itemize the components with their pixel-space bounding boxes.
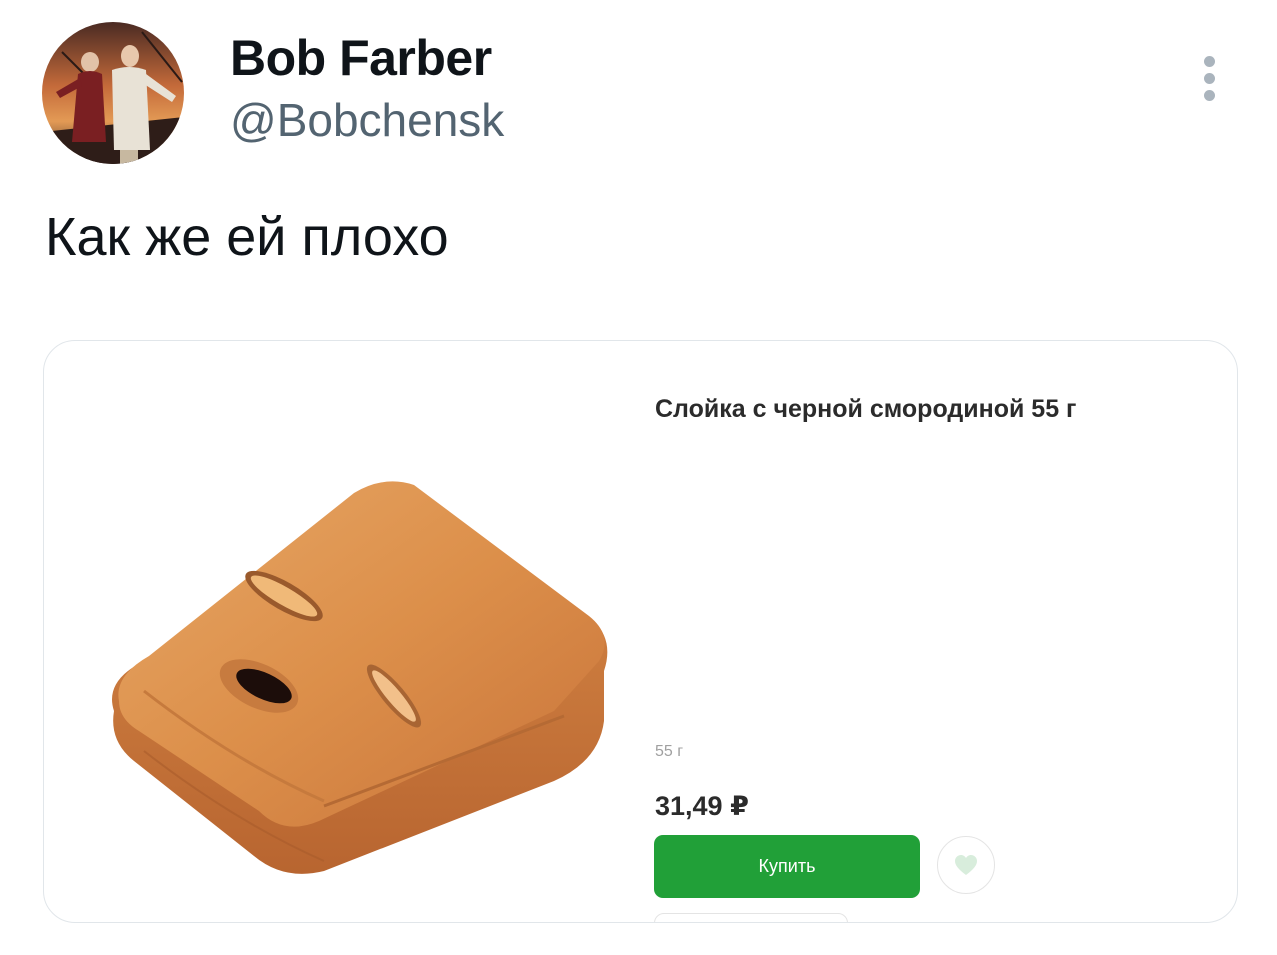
puff-pastry-image (112, 481, 608, 874)
product-title: Слойка с черной смородиной 55 г (655, 395, 1077, 423)
partially-visible-control (654, 913, 848, 922)
favorite-button[interactable] (937, 836, 995, 894)
avatar-image (42, 22, 184, 164)
more-options-icon[interactable] (1192, 52, 1228, 106)
tweet-media-image[interactable]: Слойка с черной смородиной 55 г 55 г 31,… (43, 340, 1238, 923)
more-dot (1204, 56, 1215, 67)
more-dot (1204, 90, 1215, 101)
author-handle[interactable]: @Bobchensk (230, 93, 504, 147)
heart-icon (955, 855, 977, 875)
tweet-text: Как же ей плохо (45, 207, 449, 267)
more-dot (1204, 73, 1215, 84)
product-weight: 55 г (655, 743, 684, 760)
author-avatar[interactable] (42, 22, 184, 164)
buy-button[interactable]: Купить (654, 835, 920, 898)
buy-button-label: Купить (758, 856, 816, 876)
tweet: Bob Farber @Bobchensk Как же ей плохо Сл… (0, 0, 1277, 955)
product-price: 31,49 ₽ (655, 791, 749, 821)
author-name[interactable]: Bob Farber (230, 30, 492, 86)
